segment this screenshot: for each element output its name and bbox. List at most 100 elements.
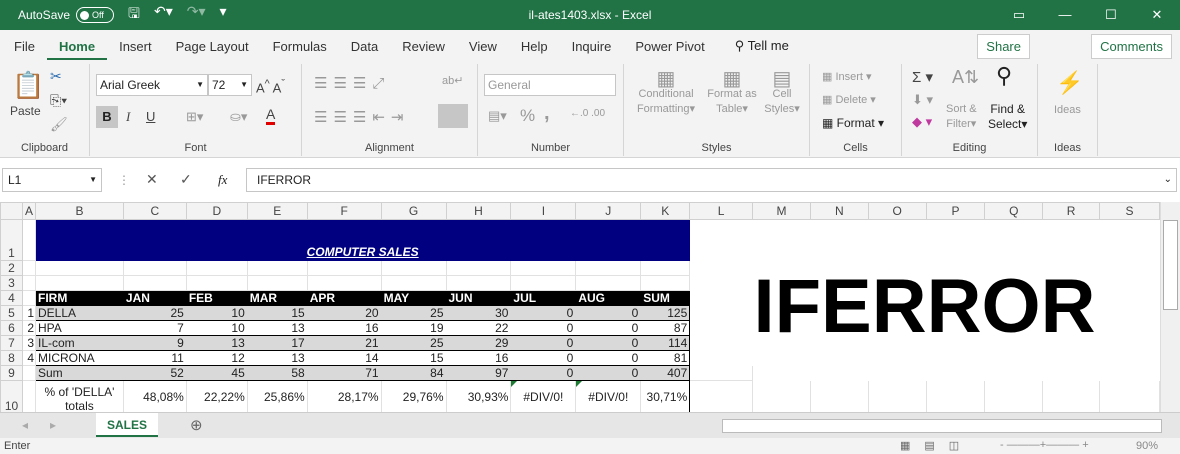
worksheet-grid[interactable]: A B C D E F G H I J K L M N O P Q R S 1 COMPUTER SALES 2 3 4 FIR…	[0, 202, 1160, 412]
grow-font-icon[interactable]: A^ Aˇ	[256, 78, 285, 95]
cell[interactable]	[867, 380, 927, 412]
tell-me-search[interactable]: ⚲ Tell me	[735, 38, 789, 54]
find-select-button[interactable]: ⚲ Find & Select▾	[988, 65, 1027, 132]
value-cell[interactable]: 0	[510, 350, 577, 366]
cell[interactable]	[640, 260, 691, 276]
cell[interactable]	[185, 260, 248, 276]
merge-center-icon[interactable]	[438, 104, 468, 128]
tab-view[interactable]: View	[457, 39, 509, 54]
save-icon[interactable]: 🖫	[128, 3, 140, 27]
column-header[interactable]: P	[925, 202, 986, 220]
cell[interactable]	[809, 219, 869, 261]
column-header[interactable]: N	[809, 202, 869, 220]
cancel-icon[interactable]: ✕	[146, 171, 158, 188]
value-cell[interactable]: 10	[185, 320, 248, 336]
column-header[interactable]: G	[380, 202, 447, 220]
header-cell[interactable]: SUM	[640, 290, 691, 306]
cell[interactable]	[689, 365, 754, 381]
sum-cell[interactable]: 71	[306, 365, 382, 381]
sum-cell[interactable]: 84	[380, 365, 447, 381]
value-cell[interactable]: 16	[306, 320, 382, 336]
horizontal-align-icons[interactable]: ☰☰☰⇤⇥	[314, 108, 409, 126]
vertical-align-icons[interactable]: ☰☰☰⤢	[314, 74, 390, 92]
add-sheet-icon[interactable]: ⊕	[190, 416, 203, 434]
firm-cell[interactable]: HPA	[35, 320, 124, 336]
cell[interactable]	[984, 350, 1044, 366]
value-cell[interactable]: 12	[185, 350, 248, 366]
cell[interactable]	[925, 380, 986, 412]
tab-page-layout[interactable]: Page Layout	[164, 39, 261, 54]
cell[interactable]	[510, 275, 577, 291]
tab-power-pivot[interactable]: Power Pivot	[623, 39, 716, 54]
autosum-icon[interactable]: Σ ▾	[912, 68, 933, 86]
pct-cell[interactable]: 30,93%	[445, 380, 512, 412]
pct-cell[interactable]: 48,08%	[122, 380, 187, 412]
cell[interactable]	[21, 260, 37, 276]
firm-cell[interactable]: IL-com	[35, 335, 124, 351]
value-cell[interactable]: 10	[185, 305, 248, 321]
ideas-button[interactable]: Ideas	[1054, 104, 1081, 116]
cell[interactable]	[925, 350, 986, 366]
sum-cell[interactable]: 0	[510, 365, 577, 381]
prev-sheet-icon[interactable]: ◂	[22, 418, 28, 432]
cell[interactable]	[21, 380, 37, 412]
pct-cell[interactable]: #DIV/0!	[510, 380, 577, 412]
cell[interactable]	[689, 350, 754, 366]
header-cell[interactable]: FEB	[185, 290, 248, 306]
cell[interactable]	[122, 275, 187, 291]
cell[interactable]	[984, 380, 1044, 412]
cell[interactable]	[867, 365, 927, 381]
column-header[interactable]: C	[122, 202, 187, 220]
value-cell[interactable]: 22	[445, 320, 512, 336]
row-header[interactable]: 9	[0, 365, 23, 381]
cell[interactable]	[35, 260, 124, 276]
cell[interactable]	[21, 275, 37, 291]
value-cell[interactable]: 17	[246, 335, 308, 351]
row-header[interactable]: 4	[0, 290, 23, 306]
cell[interactable]	[1099, 350, 1160, 366]
next-sheet-icon[interactable]: ▸	[50, 418, 56, 432]
value-cell[interactable]: 13	[246, 350, 308, 366]
format-as-table-button[interactable]: ▦ Format as Table▾	[702, 69, 762, 117]
bold-button[interactable]: B	[96, 106, 118, 128]
tab-review[interactable]: Review	[390, 39, 457, 54]
index-cell[interactable]: 3	[21, 335, 37, 351]
cell[interactable]	[925, 365, 986, 381]
cell[interactable]	[752, 365, 811, 381]
cell[interactable]	[21, 219, 37, 261]
pct-cell[interactable]: 28,17%	[306, 380, 382, 412]
cell[interactable]	[380, 275, 447, 291]
index-cell[interactable]: 1	[21, 305, 37, 321]
cell[interactable]	[575, 260, 642, 276]
pct-cell[interactable]: #DIV/0!	[575, 380, 642, 412]
pct-cell[interactable]: 25,86%	[246, 380, 308, 412]
firm-cell[interactable]: MICRONA	[35, 350, 124, 366]
tab-help[interactable]: Help	[509, 39, 560, 54]
cell[interactable]	[689, 380, 754, 412]
ideas-icon[interactable]: ⚡	[1056, 70, 1083, 96]
pct-label-cell[interactable]: % of 'DELLA' totals	[35, 380, 124, 412]
firm-cell[interactable]: DELLA	[35, 305, 124, 321]
row-header[interactable]: 8	[0, 350, 23, 366]
enter-icon[interactable]: ✓	[180, 171, 192, 188]
header-cell[interactable]: JUN	[445, 290, 512, 306]
column-header[interactable]: B	[35, 202, 124, 220]
cell[interactable]	[984, 365, 1044, 381]
sum-label-cell[interactable]: Sum	[35, 365, 124, 381]
cell[interactable]	[445, 260, 512, 276]
sum-cell[interactable]: 45	[185, 365, 248, 381]
copy-icon[interactable]: ⎘▾	[50, 92, 67, 109]
vertical-scrollbar[interactable]	[1160, 202, 1180, 412]
value-cell[interactable]: 13	[246, 320, 308, 336]
value-cell[interactable]: 11	[122, 350, 187, 366]
cell[interactable]	[510, 260, 577, 276]
sheet-tab-sales[interactable]: SALES	[96, 413, 158, 437]
borders-icon[interactable]: ⊞▾	[186, 109, 203, 125]
paste-button[interactable]: Paste	[10, 104, 41, 118]
column-header[interactable]: D	[185, 202, 248, 220]
cell[interactable]	[752, 350, 811, 366]
decimal-icons[interactable]: ←.0 .00	[570, 108, 605, 119]
cell[interactable]	[1042, 380, 1101, 412]
cell[interactable]	[21, 365, 37, 381]
accounting-icon[interactable]: ▤▾	[488, 108, 507, 124]
